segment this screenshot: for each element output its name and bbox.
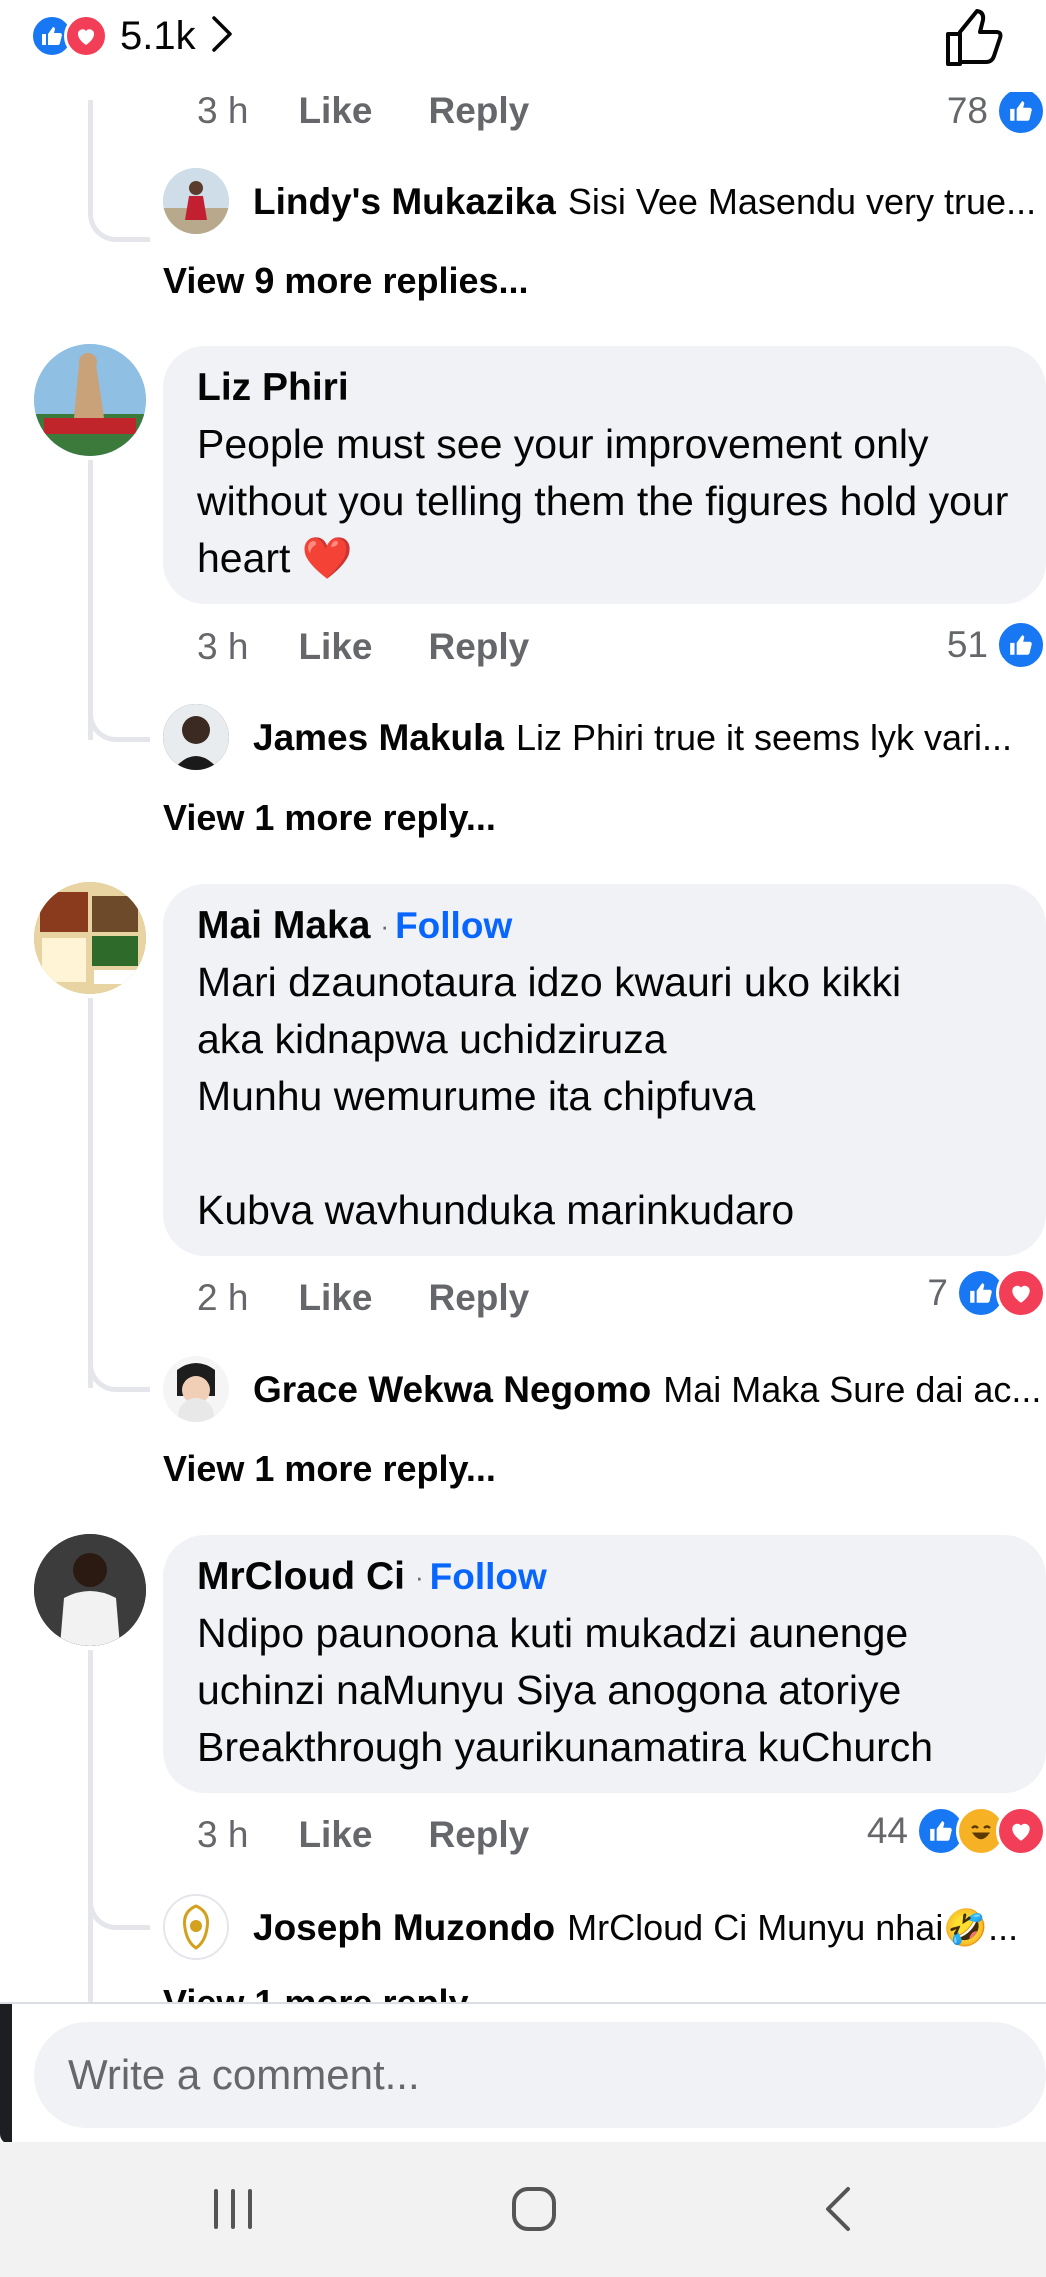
screen-edge xyxy=(0,2004,12,2144)
love-reaction-icon xyxy=(996,1268,1046,1318)
reply-text: Liz Phiri true it seems lyk vari... xyxy=(515,717,1013,758)
like-reaction-icon xyxy=(996,86,1046,136)
comments-list: 3 h Like Reply 78 Lindy's Mukazika Sisi … xyxy=(0,0,1046,2002)
comment-bubble[interactable]: MrCloud Ci · Follow Ndipo paunoona kuti … xyxy=(163,1535,1046,1793)
comment-text: People must see your improvement only wi… xyxy=(197,421,1009,581)
view-more-replies[interactable]: View 1 more reply... xyxy=(163,797,496,839)
reply-author[interactable]: James Makula xyxy=(253,717,504,759)
comment-author[interactable]: Mai Maka xyxy=(197,904,370,948)
comment-author[interactable]: MrCloud Ci xyxy=(197,1555,405,1599)
comment-time: 3 h xyxy=(197,626,249,667)
reply-text: Mai Maka Sure dai ac... xyxy=(663,1369,1042,1410)
heart-emoji-icon: ❤️ xyxy=(301,535,353,581)
separator-dot: · xyxy=(414,1561,424,1592)
reply-button[interactable]: Reply xyxy=(428,1814,529,1856)
comment-input[interactable]: Write a comment... xyxy=(34,2022,1046,2128)
reply-author[interactable]: Lindy's Mukazika xyxy=(253,181,556,223)
reply-text: Sisi Vee Masendu very true... xyxy=(567,181,1037,222)
reaction-count-number: 51 xyxy=(946,624,988,665)
comment-text: Ndipo paunoona kuti mukadzi aunenge uchi… xyxy=(197,1610,934,1770)
thread-line xyxy=(88,460,93,740)
thread-line xyxy=(88,1650,93,2002)
comment-meta: 3 h Like Reply xyxy=(197,1810,585,1860)
recent-apps-icon[interactable] xyxy=(193,2174,273,2244)
comment-author-row: Mai Maka · Follow xyxy=(197,904,1014,948)
reply-preview[interactable]: Joseph Muzondo MrCloud Ci Munyu nhai🤣... xyxy=(163,1893,1046,1963)
home-icon[interactable] xyxy=(494,2174,574,2244)
reply-author[interactable]: Grace Wekwa Negomo xyxy=(253,1369,651,1411)
follow-button[interactable]: Follow xyxy=(430,1556,547,1598)
reaction-count-number: 44 xyxy=(866,1810,908,1851)
comment-author[interactable]: Liz Phiri xyxy=(197,366,1014,410)
reply-preview[interactable]: James Makula Liz Phiri true it seems lyk… xyxy=(163,703,1046,773)
comment-bubble[interactable]: Liz Phiri People must see your improveme… xyxy=(163,346,1046,604)
like-reaction-icon xyxy=(996,620,1046,670)
comment-author-row: MrCloud Ci · Follow xyxy=(197,1555,1014,1599)
reaction-count[interactable]: 7 xyxy=(927,1268,1046,1318)
reaction-total: 5.1k xyxy=(120,13,196,58)
comment-time: 2 h xyxy=(197,1277,249,1318)
view-more-replies[interactable]: View 1 more reply... xyxy=(163,1982,496,2002)
reply-text: MrCloud Ci Munyu nhai🤣... xyxy=(567,1907,1019,1948)
reaction-count[interactable]: 78 xyxy=(947,86,1046,136)
like-button[interactable]: Like xyxy=(298,1814,372,1856)
comment-meta: 2 h Like Reply xyxy=(197,1273,585,1323)
comment-time: 3 h xyxy=(197,1814,249,1855)
reactions-header: 5.1k xyxy=(0,0,1046,92)
comment-time: 3 h xyxy=(197,90,249,131)
reply-button[interactable]: Reply xyxy=(428,626,529,668)
love-reaction-icon xyxy=(996,1806,1046,1856)
thumbs-up-outline-icon[interactable] xyxy=(940,4,1008,72)
comment-text: Mari dzaunotaura idzo kwauri uko kikki a… xyxy=(197,959,902,1233)
comment-bubble[interactable]: Mai Maka · Follow Mari dzaunotaura idzo … xyxy=(163,884,1046,1256)
reaction-count-number: 78 xyxy=(946,90,988,131)
like-button[interactable]: Like xyxy=(298,1277,372,1319)
reaction-count-number: 7 xyxy=(927,1272,948,1313)
love-reaction-icon xyxy=(64,14,108,58)
like-button[interactable]: Like xyxy=(298,90,372,132)
view-more-replies[interactable]: View 1 more reply... xyxy=(163,1448,496,1490)
reply-preview[interactable]: Lindy's Mukazika Sisi Vee Masendu very t… xyxy=(163,167,1046,237)
reply-preview[interactable]: Grace Wekwa Negomo Mai Maka Sure dai ac.… xyxy=(163,1355,1046,1425)
back-icon[interactable] xyxy=(798,2174,878,2244)
reply-connector xyxy=(88,700,150,742)
thread-line xyxy=(88,998,93,1388)
follow-button[interactable]: Follow xyxy=(395,905,512,947)
thread-line xyxy=(88,100,93,200)
reaction-count[interactable]: 51 xyxy=(947,620,1046,670)
reply-author[interactable]: Joseph Muzondo xyxy=(253,1907,555,1949)
reply-connector xyxy=(88,200,150,242)
avatar[interactable] xyxy=(34,1534,146,1646)
view-more-replies[interactable]: View 9 more replies... xyxy=(163,260,529,302)
avatar[interactable] xyxy=(34,344,146,456)
reaction-count[interactable]: 44 xyxy=(867,1806,1046,1856)
like-button[interactable]: Like xyxy=(298,626,372,668)
reply-connector xyxy=(88,1888,150,1930)
reply-button[interactable]: Reply xyxy=(428,90,529,132)
separator-dot: · xyxy=(380,910,390,941)
reactions-summary[interactable]: 5.1k xyxy=(30,6,234,66)
reply-connector xyxy=(88,1350,150,1392)
reply-button[interactable]: Reply xyxy=(428,1277,529,1319)
system-nav-bar xyxy=(0,2142,1046,2277)
chevron-right-icon xyxy=(210,14,234,59)
comment-meta: 3 h Like Reply xyxy=(197,622,585,672)
avatar[interactable] xyxy=(34,882,146,994)
comment-composer: Write a comment... xyxy=(0,2002,1046,2144)
comment-meta: 3 h Like Reply xyxy=(197,86,585,136)
